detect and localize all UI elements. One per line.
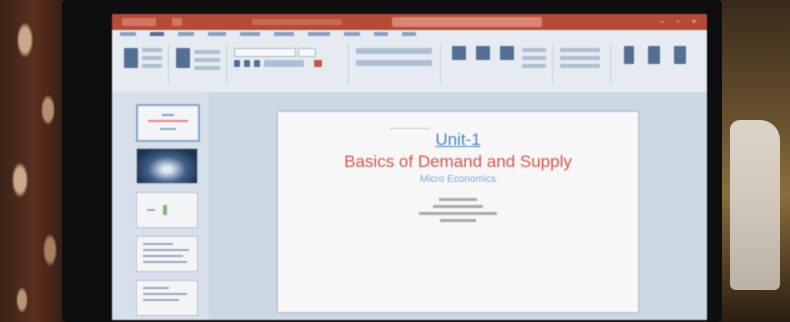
tab-review[interactable] — [344, 32, 360, 36]
paragraph-group — [350, 44, 441, 84]
editing-group — [554, 44, 611, 84]
decorative-rule — [390, 128, 430, 129]
quick-access-toolbar[interactable] — [122, 18, 156, 26]
slide-thumbnail-3[interactable] — [136, 192, 198, 228]
tab-view[interactable] — [374, 32, 388, 36]
tab-transitions[interactable] — [240, 32, 260, 36]
font-size-select[interactable] — [298, 48, 316, 57]
thumb-line — [143, 287, 169, 289]
author-details-block[interactable] — [278, 198, 638, 222]
tab-slideshow[interactable] — [308, 32, 330, 36]
slide-subtitle[interactable]: Basics of Demand and Supply — [278, 152, 638, 172]
voice-designer-group — [612, 44, 702, 84]
window-minimize-icon[interactable]: – — [657, 17, 667, 26]
arrange-icon[interactable] — [476, 46, 490, 60]
thumb-line — [148, 120, 188, 122]
search-input[interactable] — [392, 17, 542, 27]
font-name-select[interactable] — [234, 48, 296, 57]
document-title-bar — [252, 19, 342, 25]
layout-button[interactable] — [194, 50, 220, 54]
dictate-icon[interactable] — [624, 46, 634, 64]
copy-button[interactable] — [142, 56, 162, 60]
cut-button[interactable] — [142, 48, 162, 52]
window-maximize-icon[interactable]: ▫ — [673, 17, 683, 26]
replace-button[interactable] — [560, 56, 600, 60]
italic-icon[interactable] — [244, 60, 250, 67]
slide-thumbnail-1[interactable] — [136, 104, 200, 142]
title-bar: – ▫ × — [112, 14, 707, 30]
current-slide[interactable]: Unit-1 Basics of Demand and Supply Micro… — [278, 112, 638, 312]
thumb-line — [147, 209, 155, 211]
save-icon[interactable] — [172, 18, 182, 26]
drawing-group — [442, 44, 553, 84]
ribbon-tabs — [120, 32, 416, 36]
thumb-line — [160, 128, 176, 130]
background-cloth — [730, 120, 780, 290]
font-group — [228, 44, 349, 84]
thumb-line — [162, 114, 174, 116]
author-line-blurred — [433, 205, 483, 208]
select-button[interactable] — [560, 64, 600, 68]
thumb-line — [143, 299, 179, 301]
author-line-blurred — [419, 212, 497, 215]
slide-thumbnail-5[interactable] — [136, 280, 198, 316]
shapes-icon[interactable] — [452, 46, 466, 60]
font-formatting-buttons[interactable] — [264, 60, 304, 67]
alignment-buttons[interactable] — [356, 60, 432, 66]
add-ins-icon[interactable] — [674, 46, 686, 64]
quick-styles-icon[interactable] — [500, 46, 514, 60]
tab-design[interactable] — [208, 32, 226, 36]
slide-thumbnail-4[interactable] — [136, 236, 198, 272]
shape-effects-button[interactable] — [522, 64, 546, 68]
thumb-line — [143, 261, 187, 263]
paste-icon[interactable] — [124, 48, 138, 68]
format-painter-button[interactable] — [142, 64, 162, 68]
ribbon — [112, 30, 707, 93]
slide-subheading[interactable]: Micro Economics — [278, 174, 638, 185]
author-line-blurred — [439, 198, 477, 201]
shape-fill-button[interactable] — [522, 48, 546, 52]
clipboard-group — [118, 44, 169, 84]
thumb-figure — [163, 205, 167, 215]
thumb-line — [143, 255, 183, 257]
slide-thumbnail-2[interactable] — [136, 148, 198, 184]
screen: – ▫ × Unit-1 Basics of Demand and Supply… — [112, 14, 707, 320]
shape-outline-button[interactable] — [522, 56, 546, 60]
tab-file[interactable] — [120, 32, 136, 36]
designer-icon[interactable] — [648, 46, 660, 64]
slide-title[interactable]: Unit-1 — [278, 130, 638, 150]
window-close-icon[interactable]: × — [689, 17, 699, 26]
thumb-line — [143, 243, 173, 245]
tab-help[interactable] — [402, 32, 416, 36]
bold-icon[interactable] — [234, 60, 240, 67]
new-slide-icon[interactable] — [176, 48, 190, 68]
reset-button[interactable] — [194, 58, 220, 62]
underline-icon[interactable] — [254, 60, 260, 67]
background-curtain — [0, 0, 70, 322]
tab-animations[interactable] — [274, 32, 294, 36]
slides-group — [170, 44, 227, 84]
slide-thumbnail-pane — [112, 92, 208, 320]
section-button[interactable] — [194, 66, 220, 70]
tab-insert[interactable] — [178, 32, 194, 36]
font-color-icon[interactable] — [314, 60, 322, 67]
thumb-line — [143, 293, 187, 295]
tab-home[interactable] — [150, 32, 164, 36]
list-buttons[interactable] — [356, 48, 432, 54]
find-button[interactable] — [560, 48, 600, 52]
author-line-blurred — [440, 219, 476, 222]
slide-editing-area[interactable]: Unit-1 Basics of Demand and Supply Micro… — [208, 92, 707, 320]
thumb-line — [143, 249, 189, 251]
